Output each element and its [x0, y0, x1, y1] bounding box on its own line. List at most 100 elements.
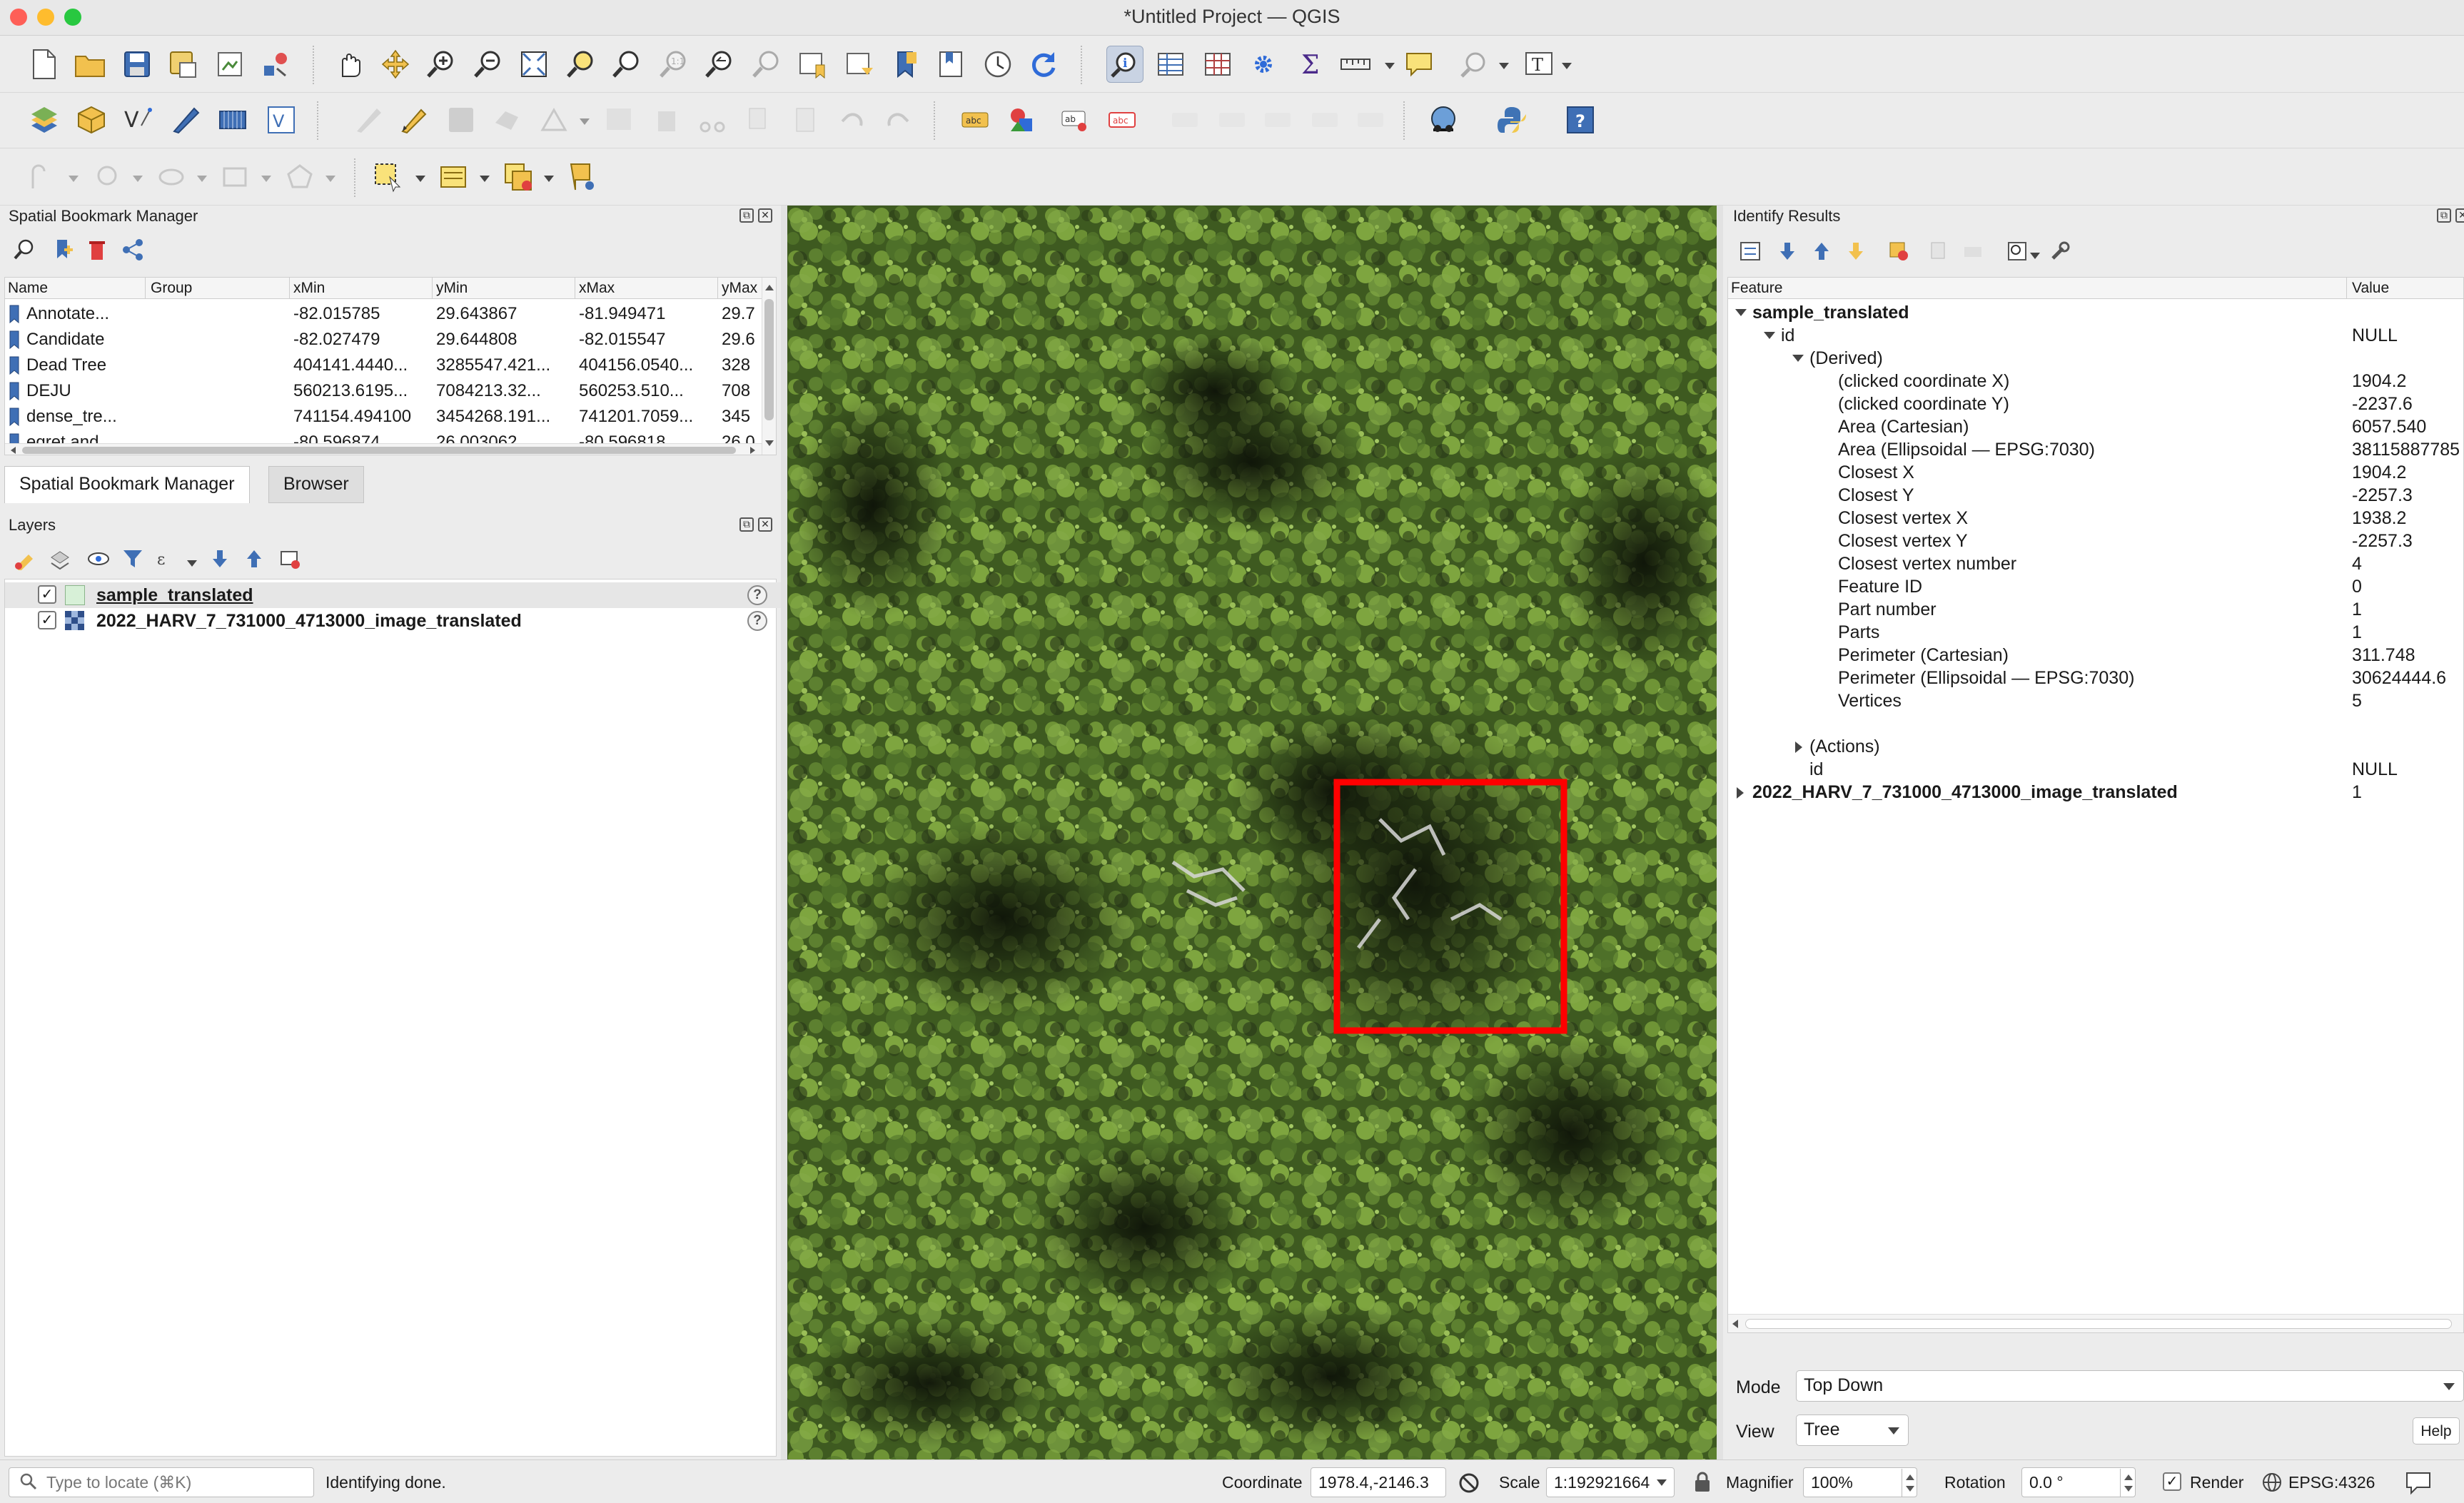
column-header[interactable]: yMin: [436, 280, 468, 297]
bookmark-row[interactable]: Candidate -82.027479 29.644808 -82.015547 29…: [5, 328, 762, 353]
derived-attribute-row[interactable]: Perimeter (Cartesian) 311.748: [1728, 644, 2446, 667]
add-polygon-icon[interactable]: [281, 158, 318, 196]
select-by-expression-icon[interactable]: [435, 158, 473, 196]
add-bookmark-icon[interactable]: [49, 236, 77, 264]
result-derived-group[interactable]: (Derived): [1728, 348, 2446, 370]
collapse-all-icon[interactable]: [240, 545, 268, 573]
float-panel-button[interactable]: ⧉: [739, 517, 754, 532]
zoom-to-bookmark-icon[interactable]: [10, 236, 39, 264]
coordinate-field[interactable]: 1978.4,-2146.3: [1311, 1467, 1446, 1497]
identify-icon[interactable]: i: [1106, 46, 1143, 83]
column-header[interactable]: Name: [8, 280, 48, 297]
layer-visibility-checkbox[interactable]: ✓: [38, 611, 56, 629]
right-splitter[interactable]: [1717, 206, 1723, 1459]
lock-scale-icon[interactable]: [1693, 1472, 1712, 1497]
bookmark-row[interactable]: Dead Tree 404141.4440... 3285547.421... 404…: [5, 353, 762, 379]
delete-selected-icon[interactable]: [648, 101, 685, 138]
modify-attributes-icon[interactable]: [601, 101, 638, 138]
style-layer-icon[interactable]: [10, 545, 39, 573]
column-header[interactable]: xMax: [579, 280, 615, 297]
close-panel-button[interactable]: ✕: [2455, 208, 2464, 223]
derived-attribute-row[interactable]: Closest X 1904.2: [1728, 462, 2446, 485]
left-splitter[interactable]: [781, 206, 787, 1459]
close-panel-button[interactable]: ✕: [758, 208, 772, 223]
manage-visibility-icon[interactable]: [84, 545, 113, 573]
pin-labels-icon[interactable]: ab: [1056, 101, 1094, 138]
measure-icon[interactable]: [1338, 46, 1375, 83]
filter-expression-icon[interactable]: ε: [153, 545, 181, 573]
zoom-to-layer-icon[interactable]: [608, 46, 645, 83]
extents-toggle-icon[interactable]: [1456, 1470, 1482, 1500]
column-header[interactable]: xMin: [293, 280, 325, 297]
text-annotation-icon[interactable]: T: [1520, 46, 1557, 83]
refresh-icon[interactable]: [1025, 46, 1062, 83]
map-canvas[interactable]: [787, 206, 1717, 1459]
label-abc-icon[interactable]: abc: [956, 101, 994, 138]
magnifier-spinner[interactable]: [1902, 1469, 1917, 1497]
derived-attribute-row[interactable]: (clicked coordinate X) 1904.2: [1728, 370, 2446, 393]
tab-bookmark-manager[interactable]: Spatial Bookmark Manager: [4, 466, 250, 503]
pan-to-selection-icon[interactable]: [377, 46, 414, 83]
feature-column-header[interactable]: Feature: [1731, 280, 1782, 297]
filter-legend-icon[interactable]: [118, 545, 147, 573]
derived-attribute-row[interactable]: (clicked coordinate Y) -2237.6: [1728, 393, 2446, 416]
add-raster-icon[interactable]: [214, 101, 251, 138]
select-location-icon[interactable]: [564, 158, 601, 196]
scale-combo[interactable]: 1:192921664: [1546, 1467, 1675, 1497]
crs-label[interactable]: EPSG:4326: [2288, 1473, 2375, 1492]
layer-warning-icon[interactable]: ?: [747, 611, 767, 631]
float-panel-button[interactable]: ⧉: [2437, 208, 2451, 223]
float-panel-button[interactable]: ⧉: [739, 208, 754, 223]
layer-visibility-checkbox[interactable]: ✓: [38, 585, 56, 604]
derived-attribute-row[interactable]: Area (Cartesian) 6057.540: [1728, 416, 2446, 439]
zoom-last-icon[interactable]: [701, 46, 738, 83]
derived-attribute-row[interactable]: Closest vertex number 4: [1728, 553, 2446, 576]
edit-toggle-icon[interactable]: [350, 101, 387, 138]
print-layout-icon[interactable]: [211, 46, 248, 83]
derived-attribute-row[interactable]: Perimeter (Ellipsoidal — EPSG:7030) 30624…: [1728, 667, 2446, 690]
statistics-icon[interactable]: [1199, 46, 1236, 83]
change-label-icon[interactable]: [1306, 101, 1343, 138]
edit-pencil-icon[interactable]: [395, 101, 433, 138]
show-spatial-bookmarks-icon[interactable]: [932, 46, 969, 83]
rotate-label-icon[interactable]: [1259, 101, 1296, 138]
deselect-icon[interactable]: [500, 158, 537, 196]
save-edits-icon[interactable]: [443, 101, 480, 138]
close-panel-button[interactable]: ✕: [758, 517, 772, 532]
bookmark-icon[interactable]: [887, 46, 924, 83]
add-ellipse-icon[interactable]: [153, 158, 190, 196]
zoom-native-icon[interactable]: 1:1: [655, 46, 692, 83]
redo-icon[interactable]: [879, 101, 917, 138]
delete-bookmark-icon[interactable]: [83, 236, 111, 264]
move-label-icon[interactable]: [1166, 101, 1203, 138]
derived-attribute-row[interactable]: Feature ID 0: [1728, 576, 2446, 599]
collapse-all-icon[interactable]: [1807, 237, 1836, 265]
derived-attribute-row[interactable]: Area (Ellipsoidal — EPSG:7030) 3811588778…: [1728, 439, 2460, 462]
rotation-field[interactable]: 0.0 °: [2021, 1467, 2136, 1497]
map-tips-icon[interactable]: [1400, 46, 1438, 83]
pan-icon[interactable]: [330, 46, 367, 83]
result-layer-raster[interactable]: 2022_HARV_7_731000_4713000_image_transla…: [1728, 781, 2446, 804]
add-vector-icon[interactable]: V: [120, 101, 157, 138]
rotation-spinner[interactable]: [2120, 1469, 2136, 1497]
result-feature-id[interactable]: id NULL: [1728, 325, 2446, 348]
paste-features-icon[interactable]: [787, 101, 824, 138]
derived-attribute-row[interactable]: Closest vertex Y -2257.3: [1728, 530, 2446, 553]
diagram-icon[interactable]: [1004, 101, 1041, 138]
select-by-area-icon[interactable]: [370, 158, 407, 196]
vector-tile-icon[interactable]: V: [263, 101, 300, 138]
remove-layer-icon[interactable]: [276, 545, 304, 573]
expand-all-icon[interactable]: [206, 545, 234, 573]
identify-mode-icon[interactable]: [2003, 237, 2031, 265]
vertex-tool-icon[interactable]: [535, 101, 572, 138]
settings-icon[interactable]: [1245, 46, 1282, 83]
zoom-full-icon[interactable]: [515, 46, 552, 83]
help-button[interactable]: Help: [2413, 1417, 2460, 1444]
result-layer-sample[interactable]: sample_translated: [1728, 302, 2446, 325]
copy-feature-icon[interactable]: [1923, 237, 1951, 265]
bookmark-row[interactable]: Annotate... -82.015785 29.643867 -81.949471…: [5, 302, 762, 328]
temporal-controller-icon[interactable]: [979, 46, 1016, 83]
bookmark-row[interactable]: dense_tre... 741154.494100 3454268.191... 7…: [5, 405, 762, 430]
save-as-icon[interactable]: [164, 46, 201, 83]
globe-plugin-icon[interactable]: [1425, 101, 1462, 138]
